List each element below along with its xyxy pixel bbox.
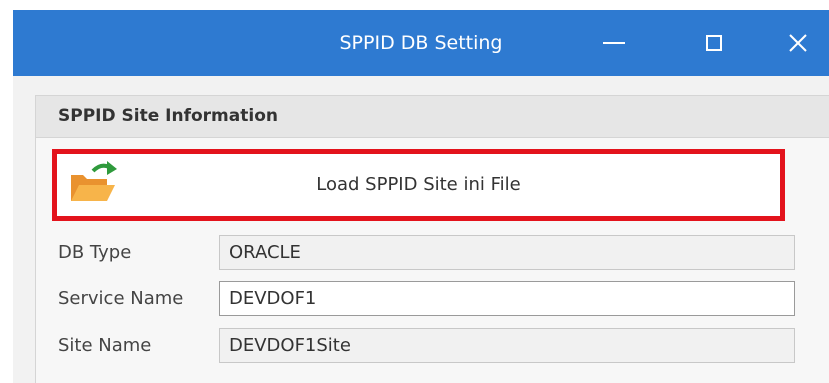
db-type-label: DB Type: [58, 242, 132, 263]
close-icon: [789, 34, 807, 52]
group-title: SPPID Site Information: [58, 106, 278, 126]
site-name-field: DEVDOF1Site: [219, 328, 795, 363]
maximize-button[interactable]: [683, 10, 745, 76]
maximize-icon: [706, 35, 722, 51]
minimize-icon: [603, 42, 625, 44]
group-header: SPPID Site Information: [36, 96, 829, 138]
title-bar: SPPID DB Setting: [13, 10, 829, 76]
site-name-label: Site Name: [58, 335, 152, 356]
service-name-label: Service Name: [58, 288, 184, 309]
load-site-ini-button[interactable]: Load SPPID Site ini File: [52, 149, 785, 221]
minimize-button[interactable]: [583, 10, 645, 76]
service-name-input[interactable]: DEVDOF1: [219, 281, 795, 316]
load-button-label: Load SPPID Site ini File: [316, 174, 521, 195]
db-type-field: ORACLE: [219, 235, 795, 270]
folder-open-icon: [71, 161, 117, 201]
close-button[interactable]: [767, 10, 829, 76]
site-information-group: SPPID Site Information Load SPPID Site i…: [35, 95, 829, 383]
window-client-area: SPPID Site Information Load SPPID Site i…: [13, 76, 829, 383]
